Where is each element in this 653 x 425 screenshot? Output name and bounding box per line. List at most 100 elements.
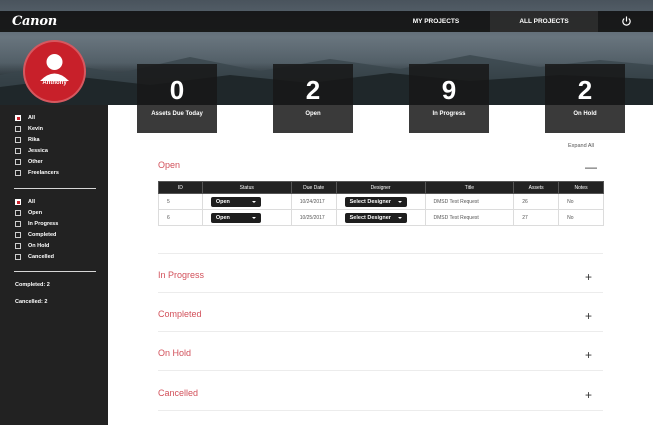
cell-id: 5 [158,193,203,210]
table-row[interactable]: 6 Open 10/25/2017 Select Designer DMSD T… [158,209,604,226]
filter-status-on-hold[interactable]: On Hold [15,243,49,249]
user-icon [40,54,69,81]
filter-person-rika[interactable]: Rika [15,137,40,143]
stat-label: Assets Due Today [151,111,203,117]
stat-label: On Hold [573,111,597,117]
section-title-in-progress[interactable]: In Progress [158,270,204,280]
nav-my-projects[interactable]: MY PROJECTS [388,11,484,32]
expand-icon[interactable]: + [585,389,592,401]
col-notes[interactable]: Notes [558,181,604,194]
table-row[interactable]: 5 Open 10/24/2017 Select Designer DMSD T… [158,193,604,210]
avatar[interactable] [23,40,86,103]
filter-person-all[interactable]: All [15,115,35,121]
filter-status-completed[interactable]: Completed [15,232,56,238]
col-due-date[interactable]: Due Date [290,181,337,194]
filter-label: Freelancers [28,170,59,176]
status-dropdown[interactable]: Open [210,212,261,223]
cell-assets: 26 [513,193,560,210]
expand-icon[interactable]: + [585,271,592,283]
filter-label: Open [28,210,43,216]
cell-designer: Select Designer [335,193,426,210]
filter-label: Rika [28,137,40,143]
cell-due-date: 10/24/2017 [290,193,337,210]
designer-value: Select Designer [349,198,391,205]
section-title-completed[interactable]: Completed [158,309,202,319]
cell-id: 6 [158,209,203,226]
filter-label: Completed [28,232,57,238]
user-name: Anthony [42,80,67,86]
caret-down-icon [251,216,256,219]
expand-icon[interactable]: + [585,310,592,322]
filter-label: Other [28,159,43,165]
checkbox[interactable] [15,221,21,227]
collapse-icon[interactable]: — [585,161,597,173]
stat-in-progress[interactable]: 9 In Progress [409,64,489,133]
sidebar: All Kevin Rika Jessica Other Freelancers… [0,105,108,425]
cell-designer: Select Designer [335,209,426,226]
filter-label: All [28,115,36,121]
section-title-cancelled[interactable]: Cancelled [158,388,198,398]
col-assets[interactable]: Assets [513,181,560,194]
checkbox[interactable] [15,148,21,154]
checkbox[interactable] [15,199,21,205]
cell-status: Open [201,209,292,226]
table-header-row: ID Status Due Date Designer Title Assets… [158,181,604,194]
checkbox[interactable] [15,115,21,121]
expand-icon[interactable]: + [585,349,592,361]
section-divider [158,370,603,371]
filter-label: Cancelled [28,254,54,260]
cell-due-date: 10/25/2017 [290,209,337,226]
designer-dropdown[interactable]: Select Designer [344,196,407,207]
power-button[interactable] [599,11,653,32]
section-title-open[interactable]: Open [158,160,180,170]
nav-all-projects[interactable]: ALL PROJECTS [490,11,598,32]
col-title[interactable]: Title [424,181,515,194]
designer-value: Select Designer [349,214,391,221]
col-designer[interactable]: Designer [335,181,426,194]
filter-status-in-progress[interactable]: In Progress [15,221,58,227]
stat-value: 0 [169,75,185,105]
caret-down-icon [397,216,402,219]
filter-label: On Hold [28,243,50,249]
section-title-on-hold[interactable]: On Hold [158,348,191,358]
cell-title: DMSD Test Request [424,193,515,210]
filter-person-kevin[interactable]: Kevin [15,126,43,132]
stat-label: In Progress [432,111,466,117]
cancelled-count: Cancelled: 2 [15,299,48,305]
cell-notes: No [558,209,604,226]
checkbox[interactable] [15,243,21,249]
filter-status-cancelled[interactable]: Cancelled [15,254,54,260]
stat-assets-due-today[interactable]: 0 Assets Due Today [137,64,217,133]
sidebar-divider [14,188,96,189]
status-value: Open [215,198,230,205]
filter-status-open[interactable]: Open [15,210,42,216]
status-dropdown[interactable]: Open [210,196,261,207]
checkbox[interactable] [15,254,21,260]
section-divider [158,292,603,293]
stat-label: Open [305,111,321,117]
checkbox[interactable] [15,137,21,143]
expand-all-link[interactable]: Expand All [568,143,594,149]
stat-open[interactable]: 2 Open [273,64,353,133]
filter-person-other[interactable]: Other [15,159,43,165]
stat-value: 9 [441,75,457,105]
col-id[interactable]: ID [158,181,203,194]
canon-logo: Canon [12,14,57,29]
filter-label: All [28,199,36,205]
filter-person-freelancers[interactable]: Freelancers [15,170,59,176]
designer-dropdown[interactable]: Select Designer [344,212,407,223]
section-divider [158,331,603,332]
filter-label: In Progress [28,221,59,227]
checkbox[interactable] [15,210,21,216]
cell-assets: 27 [513,209,560,226]
stat-value: 2 [305,75,321,105]
stat-on-hold[interactable]: 2 On Hold [545,64,625,133]
filter-person-jessica[interactable]: Jessica [15,148,48,154]
col-status[interactable]: Status [201,181,292,194]
checkbox[interactable] [15,232,21,238]
filter-status-all[interactable]: All [15,199,35,205]
checkbox[interactable] [15,170,21,176]
checkbox[interactable] [15,159,21,165]
section-divider [158,410,603,411]
checkbox[interactable] [15,126,21,132]
